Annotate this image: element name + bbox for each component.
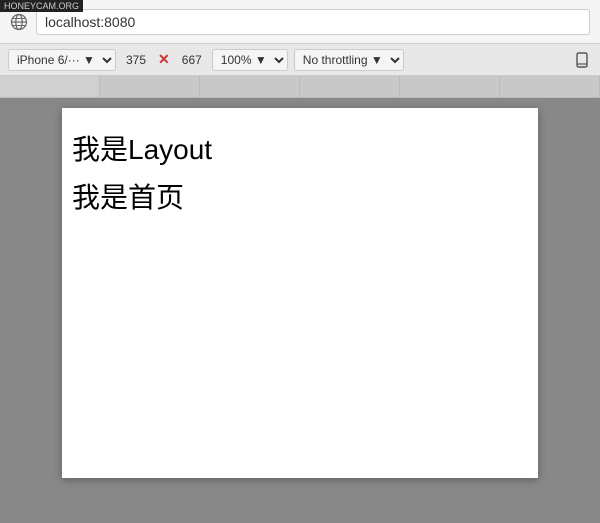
width-value: 375 [122,53,150,67]
globe-icon [10,13,28,31]
page-content: 我是Layout 我是首页 [62,108,538,478]
tab-bar [0,76,600,98]
address-input[interactable] [36,9,590,35]
rotate-button[interactable] [572,50,592,70]
zoom-selector[interactable]: 100% ▼ [212,49,288,71]
watermark: HONEYCAM.ORG [0,0,83,12]
tab-6[interactable] [500,76,600,97]
height-value: 667 [178,53,206,67]
device-frame: 我是Layout 我是首页 [62,108,538,478]
tab-3[interactable] [200,76,300,97]
tab-1[interactable] [0,76,100,97]
throttling-selector[interactable]: No throttling ▼ [294,49,404,71]
tab-5[interactable] [400,76,500,97]
device-selector[interactable]: iPhone 6/··· ▼ [8,49,116,71]
dimensions-separator: ✕ [156,51,172,68]
address-bar [0,0,600,44]
layout-heading: 我是Layout [72,128,528,168]
tab-4[interactable] [300,76,400,97]
toolbar: iPhone 6/··· ▼ 375 ✕ 667 100% ▼ No throt… [0,44,600,76]
main-area: 我是Layout 我是首页 [0,98,600,523]
tab-2[interactable] [100,76,200,97]
home-heading: 我是首页 [72,176,528,216]
